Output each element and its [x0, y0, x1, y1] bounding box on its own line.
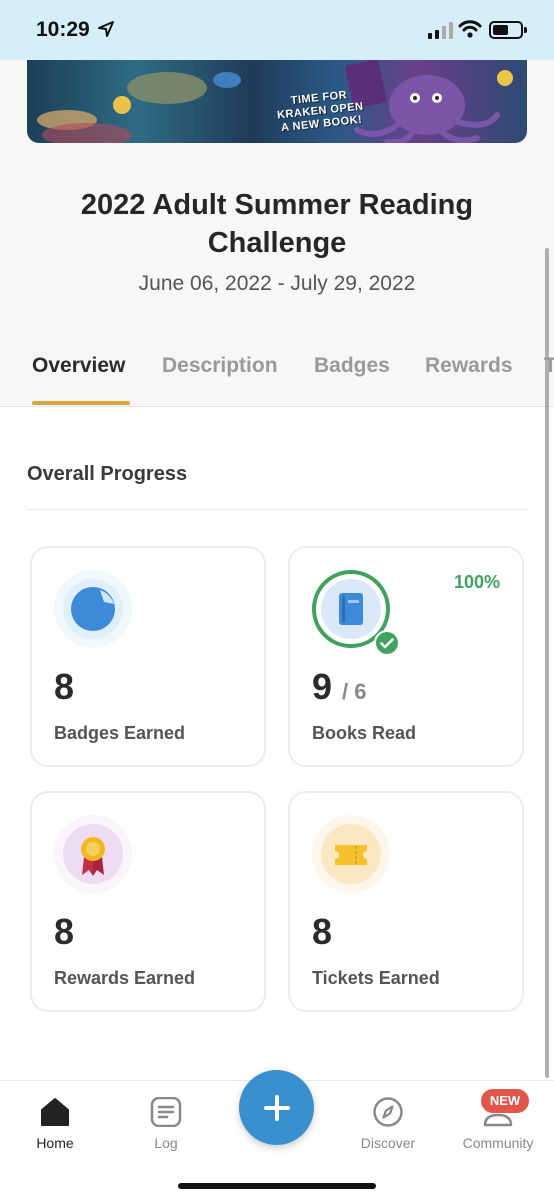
new-badge: NEW: [481, 1089, 529, 1113]
tab-description[interactable]: Description: [162, 354, 278, 378]
tab-rewards[interactable]: Rewards: [425, 354, 513, 378]
challenge-banner: TIME FOR KRAKEN OPEN A NEW BOOK!: [27, 60, 527, 143]
badge-icon: [63, 579, 123, 639]
rewards-label: Rewards Earned: [54, 968, 196, 988]
status-bar: 10:29: [0, 0, 554, 60]
tickets-count: 8: [312, 911, 333, 952]
ticket-icon-ring: [312, 815, 390, 893]
overview-panel: Overall Progress 8 Badges Earned 100% 9 …: [0, 407, 554, 1080]
plus-icon: [263, 1094, 290, 1121]
location-arrow-icon: [98, 21, 114, 37]
badges-count: 8: [54, 666, 75, 707]
nav-log[interactable]: Log: [111, 1097, 221, 1151]
books-label: Books Read: [312, 723, 417, 743]
books-goal: / 6: [342, 679, 367, 704]
tab-overview[interactable]: Overview: [32, 354, 125, 378]
tickets-card[interactable]: 8 Tickets Earned: [288, 791, 524, 1012]
tab-badges[interactable]: Badges: [314, 354, 390, 378]
compass-icon: [373, 1097, 403, 1127]
nav-discover[interactable]: Discover: [333, 1097, 443, 1151]
badges-card[interactable]: 8 Badges Earned: [30, 546, 266, 767]
books-card[interactable]: 100% 9 / 6 Books Read: [288, 546, 524, 767]
books-percent: 100%: [453, 572, 500, 592]
nav-log-label: Log: [154, 1135, 178, 1151]
section-title: Overall Progress: [27, 463, 188, 485]
badge-icon-ring: [54, 570, 132, 648]
award-ribbon-icon: [63, 824, 123, 884]
check-icon: [374, 630, 400, 656]
cellular-signal-icon: [428, 22, 453, 39]
battery-icon: [489, 21, 527, 39]
status-time: 10:29: [36, 18, 90, 41]
home-icon: [41, 1098, 69, 1126]
nav-home[interactable]: Home: [0, 1097, 110, 1151]
challenge-title: 2022 Adult Summer Reading Challenge: [80, 189, 474, 259]
books-read-value: 9: [312, 666, 333, 707]
nav-community-label: Community: [462, 1135, 534, 1151]
tickets-label: Tickets Earned: [312, 968, 440, 988]
books-progress-ring: [312, 570, 400, 656]
rewards-card[interactable]: 8 Rewards Earned: [30, 791, 266, 1012]
add-log-button[interactable]: [239, 1070, 314, 1145]
ticket-icon: [321, 824, 381, 884]
divider: [27, 509, 527, 510]
challenge-dates: June 06, 2022 - July 29, 2022: [138, 272, 416, 295]
active-tab-indicator: [32, 401, 130, 405]
home-indicator: [178, 1183, 376, 1189]
scrollbar[interactable]: [545, 248, 549, 1078]
books-count: 9 / 6: [312, 666, 367, 708]
tab-bar: Overview Description Badges Rewards T: [0, 345, 554, 407]
log-icon: [150, 1097, 182, 1127]
reward-icon-ring: [54, 815, 132, 893]
nav-discover-label: Discover: [360, 1135, 416, 1151]
badges-label: Badges Earned: [54, 723, 186, 743]
nav-home-label: Home: [36, 1135, 74, 1151]
rewards-count: 8: [54, 911, 75, 952]
wifi-icon: [458, 20, 482, 38]
